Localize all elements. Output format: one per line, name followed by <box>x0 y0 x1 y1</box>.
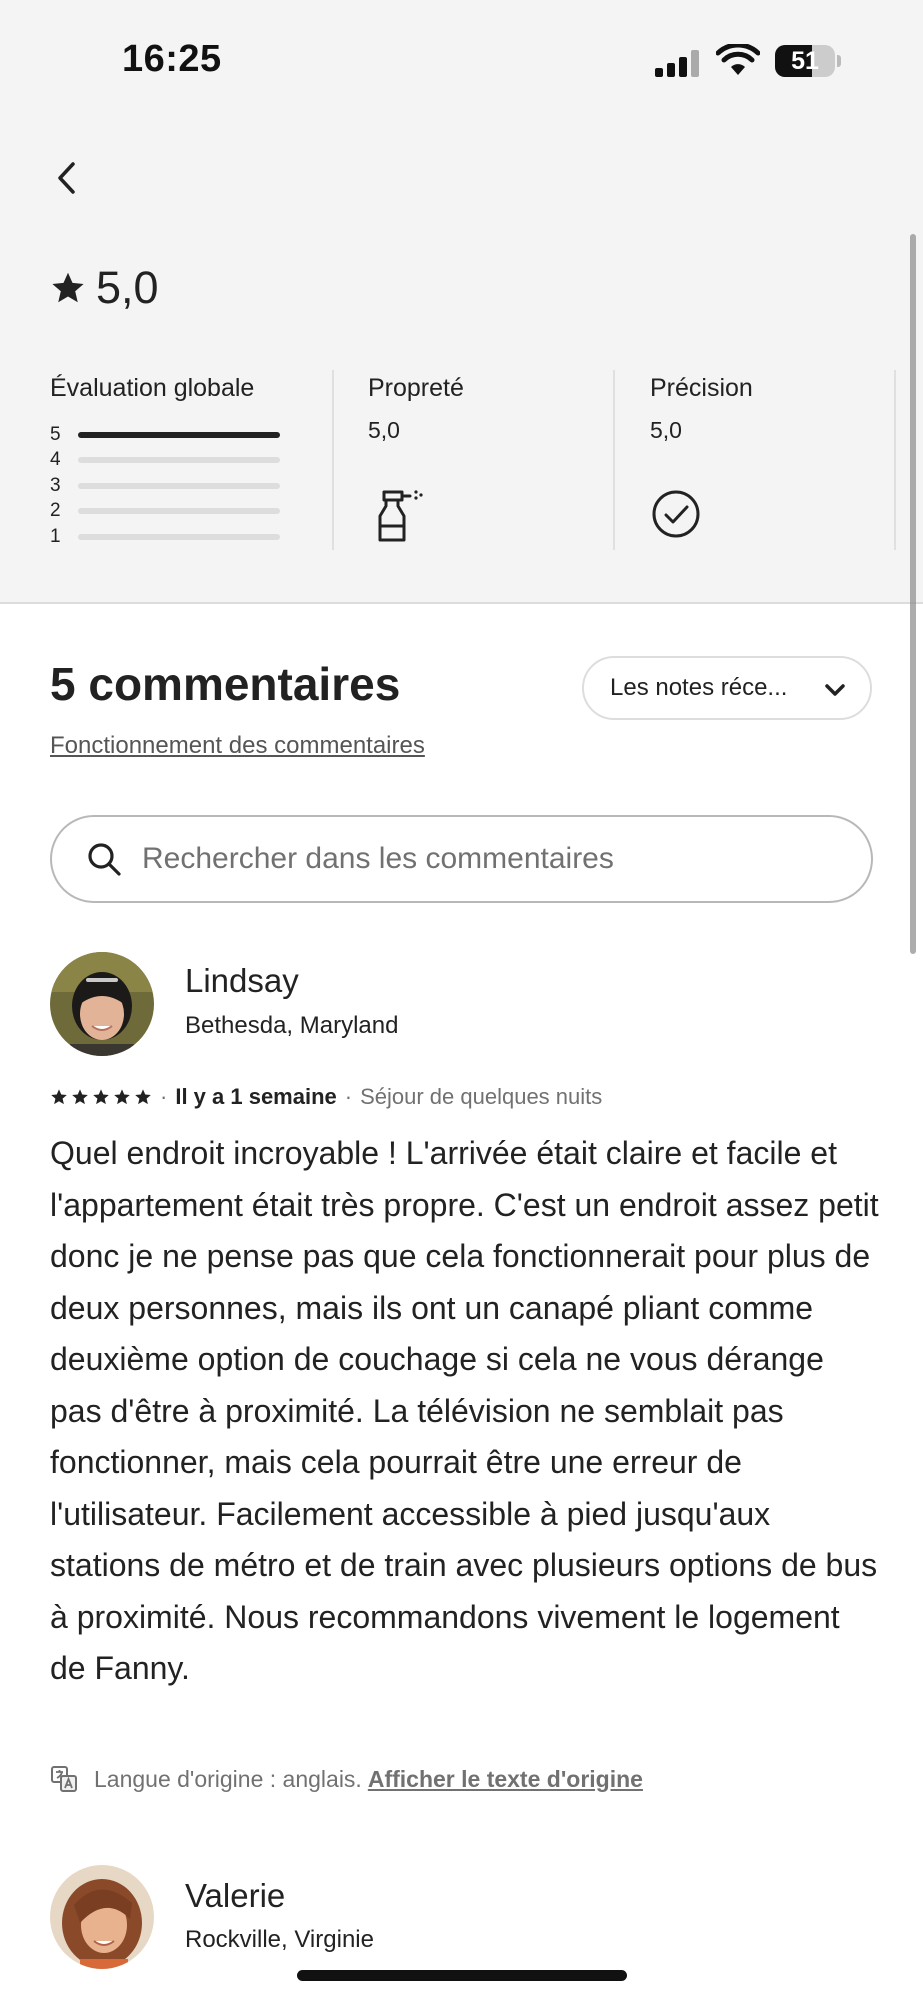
status-time: 16:25 <box>122 38 222 80</box>
histogram-row: 4 <box>50 448 290 474</box>
reviewer-photo <box>50 952 154 1056</box>
home-indicator[interactable] <box>297 1970 627 1981</box>
category-cleanliness: Propreté 5,0 <box>368 374 464 542</box>
histogram-star-count: 4 <box>50 449 61 471</box>
review-stay-type: Séjour de quelques nuits <box>360 1084 603 1109</box>
review-meta: · Il y a 1 semaine · Séjour de quelques … <box>50 1084 602 1110</box>
category-divider <box>613 370 615 550</box>
search-icon <box>88 843 121 876</box>
histogram-fill <box>78 431 280 438</box>
back-button[interactable] <box>48 158 88 198</box>
rating-header-panel: 16:25 51 5,0 Évaluation globale 5 4 3 2 … <box>0 0 923 604</box>
battery-level: 51 <box>791 47 819 75</box>
star-icon <box>135 1089 151 1105</box>
spray-bottle-icon <box>378 490 423 542</box>
reviewer-photo <box>50 1865 154 1969</box>
histogram-track <box>78 482 280 489</box>
histogram-track <box>78 508 280 515</box>
star-icon <box>72 1089 88 1105</box>
histogram-row: 5 <box>50 422 290 448</box>
overall-rating: 5,0 <box>50 262 159 314</box>
reviewer-name[interactable]: Lindsay <box>185 962 299 1000</box>
reviewer-location: Rockville, Virginie <box>185 1926 374 1953</box>
star-icon <box>52 272 84 303</box>
histogram-star-count: 3 <box>50 474 61 496</box>
histogram-row: 3 <box>50 473 290 499</box>
original-language-note: Langue d'origine : anglais. <box>94 1765 362 1792</box>
star-icon <box>51 1089 67 1105</box>
translate-icon <box>51 1766 77 1792</box>
review-search-field[interactable] <box>50 815 873 903</box>
chevron-down-icon <box>825 684 845 696</box>
category-overall: Évaluation globale <box>50 374 254 403</box>
avatar[interactable] <box>50 952 154 1056</box>
reviews-count-title: 5 commentaires <box>50 658 401 710</box>
category-accuracy: Précision 5,0 <box>650 374 753 538</box>
histogram-star-count: 5 <box>50 423 61 445</box>
rating-histogram: 5 4 3 2 1 <box>50 422 290 550</box>
star-icon <box>93 1089 109 1105</box>
category-value: 5,0 <box>650 417 682 443</box>
battery-icon: 51 <box>775 45 835 77</box>
review-stars <box>50 1088 152 1106</box>
separator-dot: · <box>160 1084 168 1109</box>
category-label: Propreté <box>368 374 464 402</box>
overall-rating-value: 5,0 <box>96 262 159 313</box>
category-divider <box>894 370 896 550</box>
review-date: Il y a 1 semaine <box>175 1084 337 1109</box>
category-divider <box>332 370 334 550</box>
how-reviews-work-link[interactable]: Fonctionnement des commentaires <box>50 732 425 760</box>
histogram-track <box>78 457 280 464</box>
wifi-icon <box>716 44 760 75</box>
status-bar: 16:25 51 <box>0 0 923 120</box>
separator-dot: · <box>344 1084 353 1109</box>
category-label: Précision <box>650 374 753 402</box>
avatar[interactable] <box>50 1865 154 1969</box>
battery-tip <box>837 55 841 67</box>
check-circle-icon <box>652 490 700 538</box>
histogram-star-count: 2 <box>50 500 61 522</box>
category-label: Évaluation globale <box>50 374 255 402</box>
cellular-signal-icon <box>655 49 703 77</box>
category-value: 5,0 <box>368 417 400 443</box>
chevron-left-icon <box>58 162 75 194</box>
show-original-text-link[interactable]: Afficher le texte d'origine <box>368 1766 643 1793</box>
histogram-row: 2 <box>50 499 290 525</box>
review-body: Quel endroit incroyable ! L'arrivée étai… <box>50 1135 879 1686</box>
histogram-star-count: 1 <box>50 525 61 547</box>
translation-note: Langue d'origine : anglais. Afficher le … <box>50 1765 643 1793</box>
sort-dropdown-label: Les notes réce... <box>610 674 788 701</box>
sort-dropdown[interactable]: Les notes réce... <box>582 656 872 720</box>
star-icon <box>114 1089 130 1105</box>
scrollbar[interactable] <box>910 234 916 954</box>
reviewer-name[interactable]: Valerie <box>185 1877 285 1915</box>
histogram-row: 1 <box>50 524 290 550</box>
review-search-input[interactable] <box>142 842 842 876</box>
histogram-track <box>78 533 280 540</box>
reviewer-location: Bethesda, Maryland <box>185 1012 399 1039</box>
histogram-track <box>78 431 280 438</box>
